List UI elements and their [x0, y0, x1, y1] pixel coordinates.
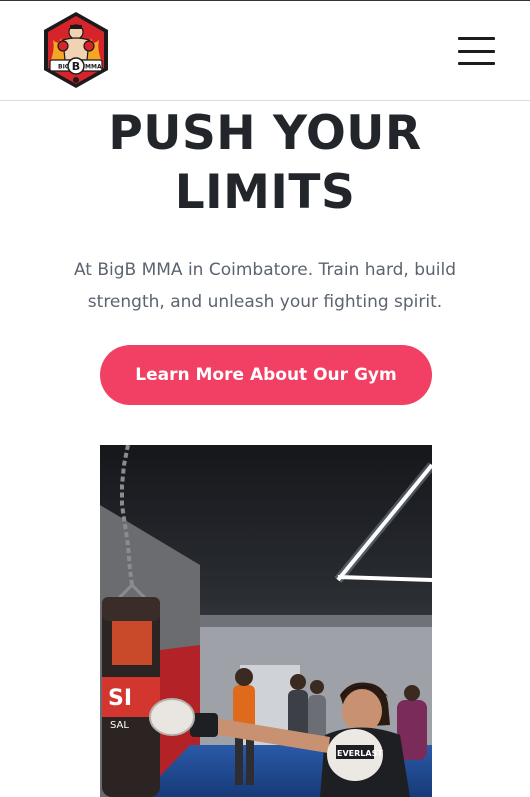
- bag-brand-subtext: SAL: [110, 720, 129, 731]
- hamburger-bar: [458, 37, 495, 40]
- site-header: BIG MMA B: [0, 1, 530, 101]
- hamburger-bar: [458, 49, 495, 53]
- hero-subtitle-line-1: At BigB MMA in Coimbatore. Train hard, b…: [73, 260, 457, 280]
- glove-brand-text: EVERLAST: [337, 749, 383, 758]
- hero-title-line-1: PUSH YOUR: [108, 106, 422, 161]
- hero-title: PUSH YOUR LIMITS: [0, 104, 530, 222]
- hamburger-menu-icon[interactable]: [458, 37, 495, 65]
- hero-title-line-2: LIMITS: [174, 165, 356, 220]
- hamburger-bar: [458, 62, 495, 65]
- bag-brand-text: SI: [108, 686, 132, 711]
- hero-subtitle-line-2: strength, and unleash your fighting spir…: [87, 292, 443, 312]
- learn-more-button[interactable]: Learn More About Our Gym: [100, 345, 432, 405]
- bigb-mma-logo[interactable]: BIG MMA B: [41, 10, 111, 90]
- logo-text-right: MMA: [85, 64, 102, 71]
- hero-subtitle: At BigB MMA in Coimbatore. Train hard, b…: [50, 254, 480, 318]
- logo-text-center: B: [72, 60, 80, 73]
- gym-boxing-photo: SI SAL EVERLAST: [100, 445, 432, 797]
